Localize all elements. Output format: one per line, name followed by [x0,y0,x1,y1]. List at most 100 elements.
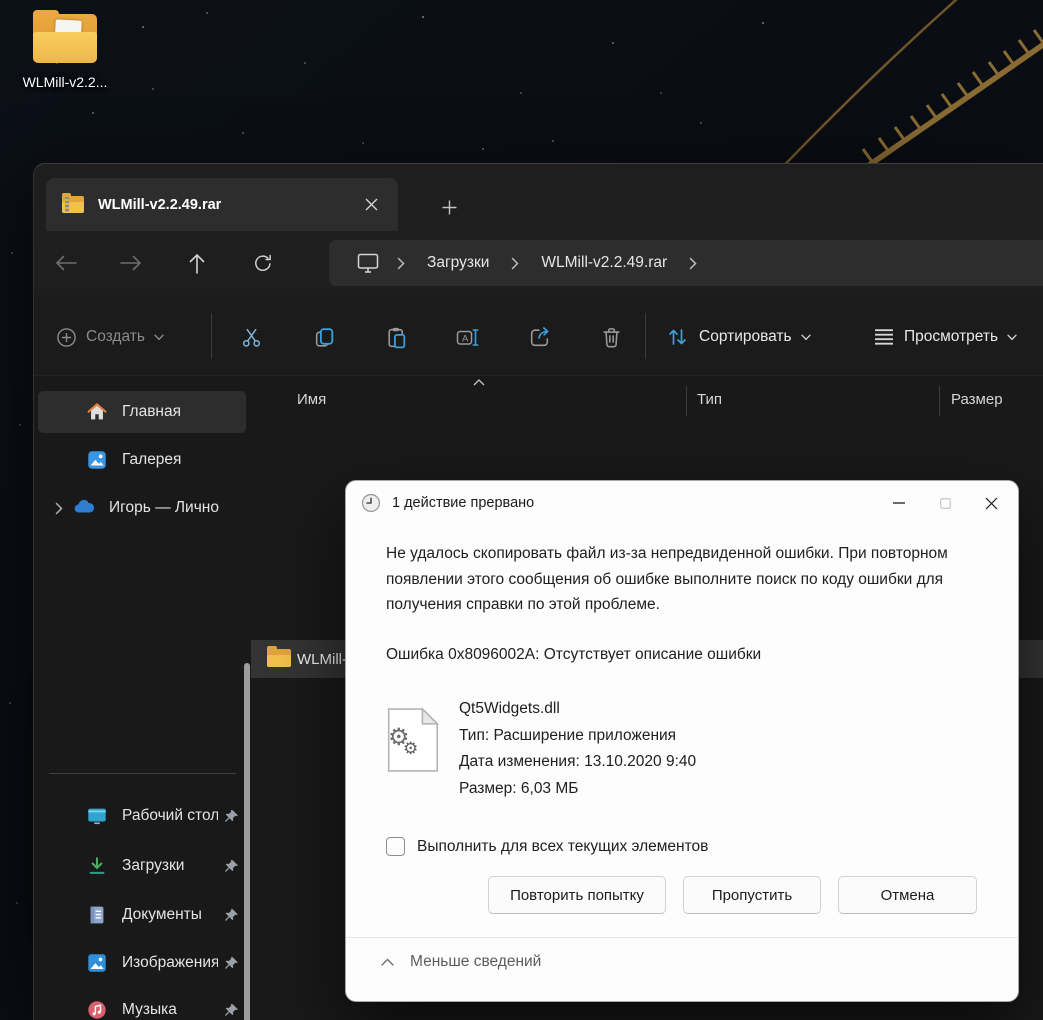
file-size-line: Размер: 6,03 МБ [459,779,579,797]
apply-to-all-label: Выполнить для всех текущих элементов [417,837,709,855]
less-details-toggle[interactable]: Меньше сведений [381,953,541,971]
file-modified-line: Дата изменения: 13.10.2020 9:40 [459,753,697,770]
view-button[interactable]: Просмотреть [873,317,1017,357]
pin-icon [218,956,244,971]
svg-text:A: A [462,333,469,344]
pin-icon [218,859,244,874]
view-lines-icon [875,329,893,345]
dialog-title: 1 действие прервано [392,495,535,511]
create-label: Создать [86,328,145,345]
delete-button[interactable] [591,317,631,357]
breadcrumb-chevron-icon [495,257,535,270]
tab-close-button[interactable] [356,190,386,220]
sort-ascending-icon [473,379,485,386]
sidebar-item-gallery[interactable]: Галерея [38,439,246,481]
new-tab-button[interactable] [430,190,468,224]
column-divider[interactable] [939,386,940,416]
music-icon [85,998,109,1020]
column-header-size[interactable]: Размер [951,391,1003,408]
close-button[interactable] [968,486,1014,520]
pin-icon [218,1003,244,1018]
home-icon [85,400,109,424]
chevron-up-icon [381,958,394,966]
onedrive-icon [72,496,96,520]
column-divider[interactable] [686,386,687,416]
sort-button[interactable]: Сортировать [665,317,811,357]
retry-button[interactable]: Повторить попытку [488,876,666,914]
dialog-message: Не удалось скопировать файл из-за непред… [386,545,948,613]
pictures-icon [85,951,109,975]
column-header-row: Имя Тип Размер [251,376,1043,423]
minimize-button[interactable] [876,486,922,520]
tab-strip: WLMill-v2.2.49.rar [34,164,1043,231]
dialog-error-line: Ошибка 0x8096002A: Отсутствует описание … [386,646,762,663]
dialog-footer-divider [346,937,1018,938]
sidebar-item-label: Галерея [122,451,182,468]
folder-icon [267,646,291,669]
back-button[interactable] [48,245,84,281]
rename-button[interactable]: A [447,317,487,357]
toolbar-divider [211,313,212,359]
download-icon [85,854,109,878]
this-pc-icon [357,253,379,273]
forward-button[interactable] [113,245,149,281]
dialog-titlebar: 1 действие прервано [346,481,1018,525]
column-header-name[interactable]: Имя [297,391,326,408]
sidebar-item-onedrive[interactable]: Игорь — Лично [38,487,246,529]
cancel-button[interactable]: Отмена [838,876,977,914]
sidebar-item-downloads[interactable]: Загрузки [38,845,246,887]
apply-to-all-row[interactable]: Выполнить для всех текущих элементов [386,837,708,856]
chevron-right-icon[interactable] [46,502,72,515]
explorer-tab[interactable]: WLMill-v2.2.49.rar [46,178,398,231]
refresh-button[interactable] [245,245,281,281]
navigation-bar: Загрузки WLMill-v2.2.49.rar [34,231,1043,295]
skip-button[interactable]: Пропустить [683,876,821,914]
column-header-type[interactable]: Тип [697,391,722,408]
wallpaper-gold-arcs [779,0,1043,168]
rar-folder-icon [62,192,86,215]
sidebar-item-label: Музыка [122,1001,177,1018]
view-label: Просмотреть [904,328,999,345]
pin-icon [218,809,244,824]
sidebar-item-label: Документы [122,906,202,923]
desktop-folder-icon [85,804,109,828]
file-name: Qt5Widgets.dll [459,700,560,717]
share-button[interactable] [519,317,559,357]
interrupted-action-dialog: 1 действие прервано Не удалось скопирова… [345,480,1019,1002]
paste-button[interactable] [376,317,416,357]
command-bar: Создать A Сортировать Просмотреть [34,295,1043,376]
maximize-button[interactable] [922,486,968,520]
sidebar-item-label: Главная [122,403,181,420]
desktop-shortcut-wlmill[interactable]: WLMill-v2.2... [6,10,124,90]
sidebar-item-home[interactable]: Главная [38,391,246,433]
chevron-down-icon [1007,334,1017,340]
breadcrumb-archive[interactable]: WLMill-v2.2.49.rar [535,254,673,272]
gallery-icon [85,448,109,472]
chevron-down-icon [154,334,164,340]
sidebar-item-pictures[interactable]: Изображения [38,942,246,984]
dll-file-icon: ⚙ ⚙ [386,707,440,773]
pin-icon [218,908,244,923]
plus-circle-icon [57,327,76,347]
sidebar-item-desktop[interactable]: Рабочий стол [38,795,246,837]
breadcrumb-downloads[interactable]: Загрузки [421,254,495,272]
tab-title: WLMill-v2.2.49.rar [98,196,222,213]
dialog-file-info: Qt5Widgets.dll Тип: Расширение приложени… [459,696,696,802]
folder-icon [33,10,97,66]
breadcrumb-chevron-icon [381,257,421,270]
address-bar[interactable]: Загрузки WLMill-v2.2.49.rar [329,240,1043,286]
chevron-down-icon [800,334,811,340]
copy-button[interactable] [304,317,344,357]
sidebar-item-label: Рабочий стол [122,807,218,824]
sidebar-scrollbar[interactable] [244,663,250,1020]
up-button[interactable] [179,245,215,281]
create-new-button[interactable]: Создать [56,317,164,357]
sidebar-item-documents[interactable]: Документы [38,894,246,936]
less-details-label: Меньше сведений [410,953,542,970]
sidebar-item-label: Загрузки [122,857,185,874]
file-type-line: Тип: Расширение приложения [459,726,677,744]
document-icon [85,903,109,927]
sidebar-item-music[interactable]: Музыка [38,989,246,1020]
apply-to-all-checkbox[interactable] [386,837,405,856]
cut-button[interactable] [231,317,271,357]
